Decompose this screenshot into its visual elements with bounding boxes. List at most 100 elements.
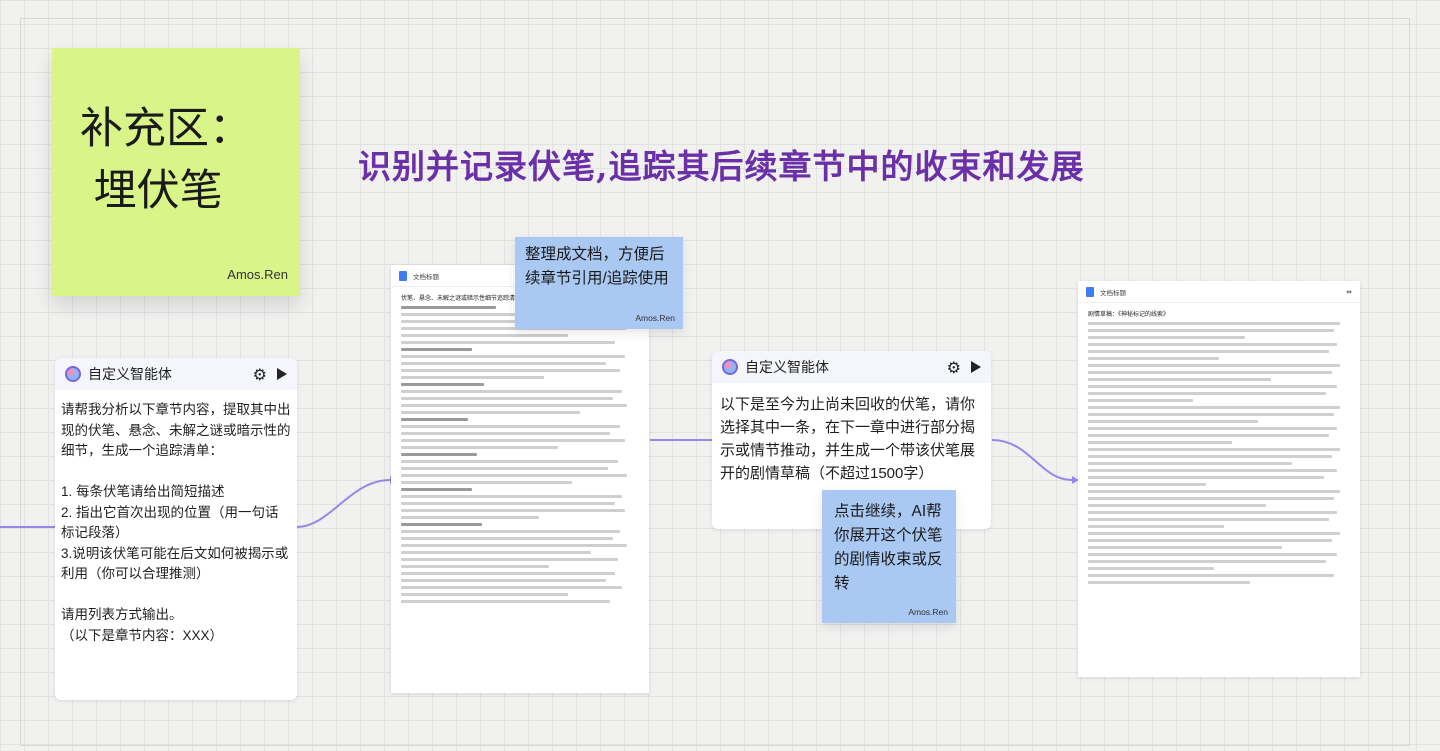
agent-prompt-text[interactable]: 请帮我分析以下章节内容，提取其中出现的伏笔、悬念、未解之谜或暗示性的细节，生成一… bbox=[55, 390, 297, 656]
sticky-note-continue-hint[interactable]: 点击继续，AI帮你展开这个伏笔的剧情收束或反转 Amos.Ren bbox=[822, 490, 956, 623]
doc-text-line bbox=[401, 558, 618, 561]
doc-text-line bbox=[401, 425, 620, 428]
doc-text-line bbox=[401, 383, 485, 386]
sticky-note-section[interactable]: 补充区： 埋伏笔 Amos.Ren bbox=[52, 48, 300, 296]
doc-text-line bbox=[401, 446, 559, 449]
doc-text-line bbox=[1088, 336, 1246, 339]
agent-logo-icon bbox=[722, 359, 738, 375]
document-tab-title[interactable]: 文档标题 bbox=[1100, 287, 1126, 297]
doc-text-line bbox=[401, 530, 620, 533]
doc-text-line bbox=[1088, 420, 1259, 423]
doc-text-line bbox=[1088, 483, 1206, 486]
doc-text-line bbox=[401, 593, 568, 596]
doc-text-line bbox=[1088, 427, 1337, 430]
doc-text-line bbox=[1088, 574, 1335, 577]
doc-text-line bbox=[401, 453, 478, 456]
doc-text-line bbox=[1088, 490, 1340, 493]
play-icon[interactable] bbox=[277, 368, 287, 380]
doc-text-line bbox=[401, 572, 616, 575]
doc-text-line bbox=[401, 390, 623, 393]
doc-text-line bbox=[1088, 455, 1332, 458]
doc-text-line bbox=[1088, 448, 1340, 451]
expand-icon[interactable]: ⇹ bbox=[1346, 288, 1352, 296]
doc-text-line bbox=[401, 544, 628, 547]
doc-text-line bbox=[1088, 385, 1337, 388]
doc-text-line bbox=[1088, 343, 1337, 346]
doc-text-line bbox=[401, 523, 482, 526]
document-body: 伏笔、悬念、未解之谜或暗示性细节追踪清单 bbox=[391, 287, 649, 613]
sticky-note-doc-hint[interactable]: 整理成文档，方便后续章节引用/追踪使用 Amos.Ren bbox=[515, 237, 683, 329]
doc-text-line bbox=[401, 474, 628, 477]
doc-text-line bbox=[1088, 553, 1337, 556]
doc-text-line bbox=[1088, 329, 1335, 332]
sticky-note-text: 点击继续，AI帮你展开这个伏笔的剧情收束或反转 bbox=[834, 503, 943, 592]
doc-text-line bbox=[401, 369, 620, 372]
doc-text-line bbox=[401, 432, 611, 435]
doc-text-line bbox=[1088, 567, 1214, 570]
doc-text-line bbox=[401, 488, 473, 491]
doc-text-line bbox=[401, 404, 628, 407]
canvas-headline: 识别并记录伏笔,追踪其后续章节中的收束和发展 bbox=[358, 147, 1085, 186]
agent-prompt-text[interactable]: 以下是至今为止尚未回收的伏笔，请你选择其中一条，在下一章中进行部分揭示或情节推动… bbox=[712, 383, 991, 495]
doc-text-line bbox=[1088, 511, 1337, 514]
play-icon[interactable] bbox=[971, 361, 981, 373]
doc-text-line bbox=[1088, 525, 1225, 528]
doc-text-line bbox=[1088, 399, 1193, 402]
doc-text-line bbox=[1088, 357, 1219, 360]
document-tab-title[interactable]: 文档标题 bbox=[413, 271, 439, 281]
doc-text-line bbox=[401, 376, 544, 379]
doc-text-line bbox=[1088, 504, 1267, 507]
document-icon bbox=[1086, 286, 1094, 297]
doc-text-line bbox=[401, 362, 606, 365]
doc-text-line bbox=[1088, 392, 1327, 395]
document-icon bbox=[399, 270, 407, 281]
sticky-note-author: Amos.Ren bbox=[227, 267, 288, 282]
document-plot-draft[interactable]: 文档标题 ⇹ 剧情草稿：《神秘标记的线索》 bbox=[1078, 281, 1360, 677]
doc-text-line bbox=[401, 495, 623, 498]
agent-card-header: 自定义智能体 ⚙ bbox=[712, 351, 991, 383]
agent-card-extract[interactable]: 自定义智能体 ⚙ 请帮我分析以下章节内容，提取其中出现的伏笔、悬念、未解之谜或暗… bbox=[55, 358, 297, 700]
doc-text-line bbox=[1088, 322, 1340, 325]
doc-text-line bbox=[1088, 532, 1340, 535]
doc-text-line bbox=[401, 509, 625, 512]
agent-card-title: 自定义智能体 bbox=[745, 359, 829, 375]
document-foreshadow-list[interactable]: 文档标题 伏笔、悬念、未解之谜或暗示性细节追踪清单 bbox=[391, 265, 649, 693]
doc-text-line bbox=[401, 334, 568, 337]
doc-text-line bbox=[401, 411, 580, 414]
sticky-note-title: 补充区： 埋伏笔 bbox=[80, 104, 252, 216]
doc-text-line bbox=[1088, 497, 1335, 500]
doc-text-line bbox=[401, 586, 623, 589]
doc-text-line bbox=[1088, 441, 1233, 444]
doc-text-line bbox=[1088, 476, 1324, 479]
doc-text-line bbox=[1088, 371, 1332, 374]
doc-text-line bbox=[1088, 364, 1340, 367]
gear-icon[interactable]: ⚙ bbox=[947, 358, 961, 377]
doc-text-line bbox=[1088, 581, 1251, 584]
doc-text-line bbox=[401, 467, 609, 470]
document-heading: 剧情草稿：《神秘标记的线索》 bbox=[1088, 311, 1170, 318]
sticky-note-text: 整理成文档，方便后续章节引用/追踪使用 bbox=[525, 246, 669, 287]
doc-text-line bbox=[401, 418, 468, 421]
doc-text-line bbox=[1088, 560, 1327, 563]
doc-text-line bbox=[401, 502, 616, 505]
doc-text-line bbox=[401, 551, 592, 554]
doc-text-line bbox=[1088, 406, 1340, 409]
doc-text-line bbox=[401, 341, 616, 344]
doc-text-line bbox=[401, 348, 473, 351]
sticky-note-author: Amos.Ren bbox=[635, 313, 675, 323]
doc-text-line bbox=[401, 397, 613, 400]
doc-text-line bbox=[1088, 413, 1335, 416]
doc-text-line bbox=[1088, 350, 1330, 353]
doc-text-line bbox=[1088, 469, 1337, 472]
doc-text-line bbox=[401, 355, 625, 358]
doc-text-line bbox=[401, 439, 625, 442]
agent-card-header: 自定义智能体 ⚙ bbox=[55, 358, 297, 390]
gear-icon[interactable]: ⚙ bbox=[253, 365, 267, 384]
agent-logo-icon bbox=[65, 366, 81, 382]
document-header: 文档标题 ⇹ bbox=[1078, 281, 1360, 303]
doc-text-line bbox=[401, 460, 618, 463]
doc-text-line bbox=[1088, 518, 1330, 521]
agent-card-title: 自定义智能体 bbox=[88, 366, 172, 382]
doc-text-line bbox=[401, 516, 540, 519]
doc-text-line bbox=[401, 306, 497, 309]
